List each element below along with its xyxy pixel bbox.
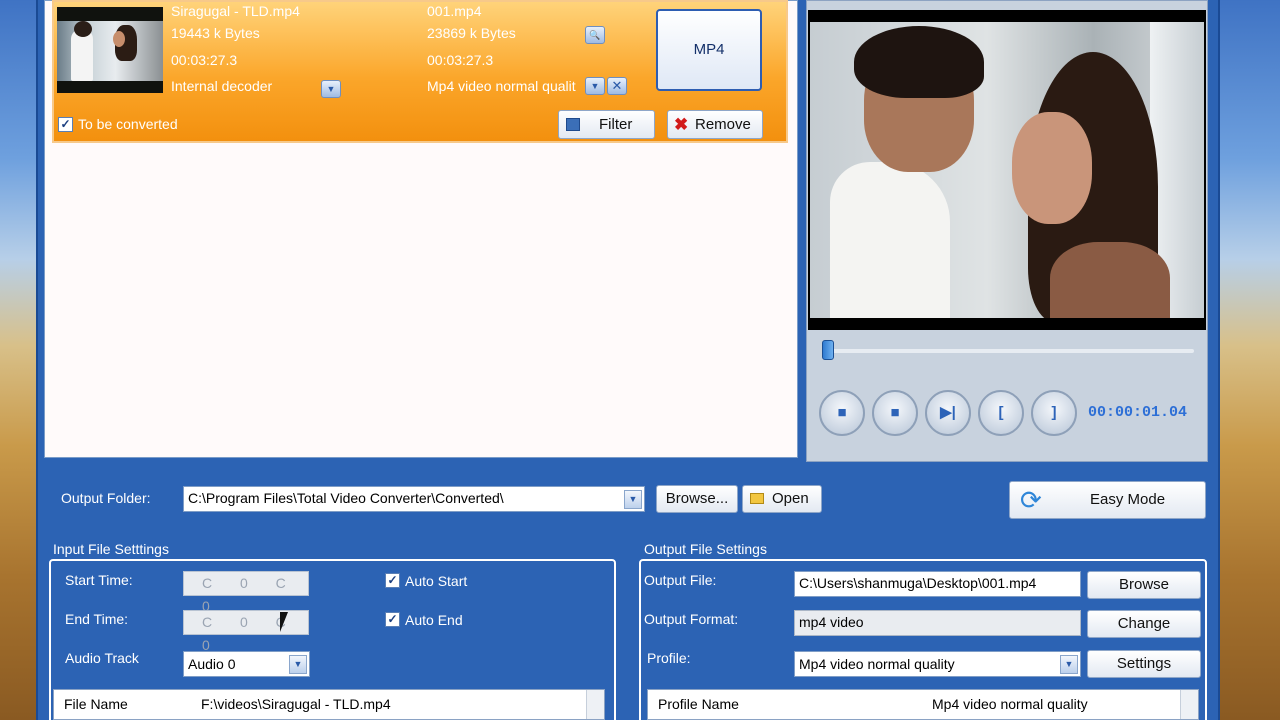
start-time-input[interactable]: C 0 C 0 xyxy=(183,571,309,614)
audio-track-label: Audio Track xyxy=(65,650,139,666)
film-icon xyxy=(566,118,580,131)
filter-button-label: Filter xyxy=(599,116,633,133)
video-thumbnail xyxy=(57,7,163,93)
easy-mode-label: Easy Mode xyxy=(1090,491,1166,508)
auto-start-checkbox[interactable]: ✓ xyxy=(385,573,400,588)
output-format-field: mp4 video xyxy=(794,610,1081,636)
refresh-icon: ⟳ xyxy=(1020,485,1042,515)
audio-track-combo[interactable]: Audio 0 ▼ xyxy=(183,651,310,677)
change-format-button[interactable]: Change xyxy=(1087,610,1201,638)
open-folder-label: Open xyxy=(772,490,809,507)
mark-out-button[interactable]: ] xyxy=(1031,390,1077,436)
grid-value-profile-name: Mp4 video normal quality xyxy=(932,696,1088,712)
input-properties-grid[interactable]: File Name F:\videos\Siragugal - TLD.mp4 xyxy=(53,689,605,720)
open-folder-button[interactable]: Open xyxy=(742,485,822,513)
profile-value: Mp4 video normal quality xyxy=(799,656,955,672)
decoder-label: Internal decoder xyxy=(171,78,273,94)
auto-start-label: Auto Start xyxy=(405,573,468,589)
filter-button[interactable]: Filter xyxy=(558,110,655,139)
profile-combo[interactable]: Mp4 video normal quality ▼ xyxy=(794,651,1081,677)
source-file-name: Siragugal - TLD.mp4 xyxy=(171,3,300,19)
grid-key-profile-name: Profile Name xyxy=(658,696,739,712)
seek-handle[interactable] xyxy=(822,340,834,360)
chevron-down-icon[interactable]: ▼ xyxy=(1060,655,1078,674)
chevron-down-icon[interactable]: ▼ xyxy=(289,655,307,674)
output-folder-label: Output Folder: xyxy=(61,490,151,506)
output-file-label: Output File: xyxy=(644,572,717,588)
output-properties-grid[interactable]: Profile Name Mp4 video normal quality xyxy=(647,689,1199,720)
playback-time: 00:00:01.04 xyxy=(1088,404,1188,421)
stop-icon: ■ xyxy=(837,404,847,421)
output-settings-title: Output File Settings xyxy=(644,541,767,557)
output-format-label: Output Format: xyxy=(644,611,739,627)
stop-button[interactable]: ■ xyxy=(819,390,865,436)
to-be-converted-checkbox[interactable]: ✓ xyxy=(58,117,73,132)
tools-icon: ✕ xyxy=(611,78,623,93)
auto-end-checkbox[interactable]: ✓ xyxy=(385,612,400,627)
output-file-name: 001.mp4 xyxy=(427,3,482,19)
audio-track-value: Audio 0 xyxy=(188,656,236,672)
grid-scrollbar[interactable] xyxy=(1180,690,1198,719)
auto-end-label: Auto End xyxy=(405,612,463,628)
remove-button[interactable]: ✖ Remove xyxy=(667,110,763,139)
profile-dropdown-button[interactable]: ▼ xyxy=(585,77,605,95)
output-folder-value: C:\Program Files\Total Video Converter\C… xyxy=(188,490,504,506)
output-folder-combo[interactable]: C:\Program Files\Total Video Converter\C… xyxy=(183,486,645,512)
to-be-converted-label: To be converted xyxy=(78,116,178,132)
chevron-down-icon: ▼ xyxy=(326,84,336,94)
mark-in-icon: [ xyxy=(998,404,1004,421)
chevron-down-icon: ▼ xyxy=(590,81,600,91)
video-preview xyxy=(808,10,1206,330)
mouse-cursor-icon xyxy=(280,612,296,632)
chevron-down-icon[interactable]: ▼ xyxy=(624,490,642,509)
source-duration: 00:03:27.3 xyxy=(171,52,238,68)
next-frame-button[interactable]: ▶| xyxy=(925,390,971,436)
preview-button[interactable]: 🔍 xyxy=(585,26,605,44)
profile-settings-button[interactable]: Settings xyxy=(1087,650,1201,678)
format-badge-button[interactable]: MP4 xyxy=(656,9,762,91)
output-profile-label: Mp4 video normal qualit xyxy=(427,78,576,94)
profile-label: Profile: xyxy=(647,650,691,666)
mark-out-icon: ] xyxy=(1051,404,1057,421)
output-file-size: 23869 k Bytes xyxy=(427,25,516,41)
output-file-browse-button[interactable]: Browse xyxy=(1087,571,1201,599)
decoder-dropdown-button[interactable]: ▼ xyxy=(321,80,341,98)
easy-mode-button[interactable]: ⟳ Easy Mode xyxy=(1009,481,1206,519)
source-file-size: 19443 k Bytes xyxy=(171,25,260,41)
output-folder-browse-button[interactable]: Browse... xyxy=(656,485,738,513)
pause-button[interactable]: ■ xyxy=(872,390,918,436)
grid-key-file-name: File Name xyxy=(64,696,128,712)
next-frame-icon: ▶| xyxy=(940,404,956,421)
start-time-label: Start Time: xyxy=(65,572,133,588)
end-time-label: End Time: xyxy=(65,611,129,627)
output-duration: 00:03:27.3 xyxy=(427,52,494,68)
input-settings-title: Input File Setttings xyxy=(53,541,169,557)
grid-value-file-name: F:\videos\Siragugal - TLD.mp4 xyxy=(201,696,391,712)
seek-bar[interactable] xyxy=(812,340,1198,362)
magnifier-icon: 🔍 xyxy=(589,30,601,40)
pause-icon: ■ xyxy=(890,404,900,421)
remove-button-label: Remove xyxy=(695,116,751,133)
grid-scrollbar[interactable] xyxy=(586,690,604,719)
mark-in-button[interactable]: [ xyxy=(978,390,1024,436)
profile-tools-button[interactable]: ✕ xyxy=(607,77,627,95)
output-file-input[interactable]: C:\Users\shanmuga\Desktop\001.mp4 xyxy=(794,571,1081,597)
folder-icon xyxy=(750,493,764,504)
delete-icon: ✖ xyxy=(674,115,689,134)
